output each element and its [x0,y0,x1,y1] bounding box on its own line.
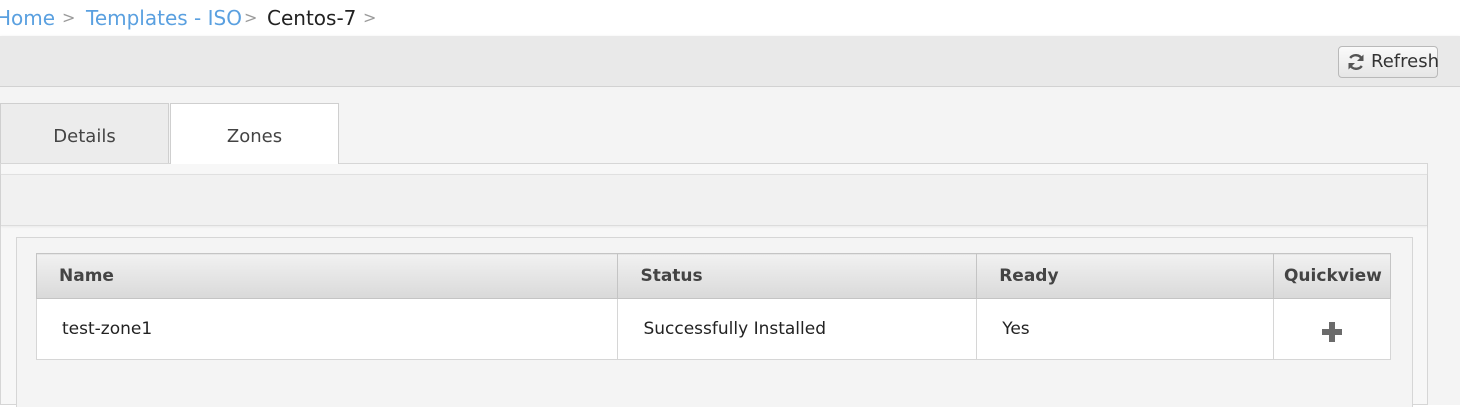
breadcrumb-separator: > [62,8,76,27]
breadcrumb-separator: > [244,8,258,27]
plus-icon[interactable] [1321,321,1342,342]
tab-zones[interactable]: Zones [170,103,339,164]
column-header-name[interactable]: Name [35,253,619,299]
refresh-label: Refresh [1371,51,1439,72]
table-container: Name Status Ready Quickview test-zone1 S… [16,237,1413,407]
refresh-button[interactable]: Refresh [1338,46,1439,78]
column-header-ready[interactable]: Ready [976,253,1274,299]
panel-header [1,174,1427,226]
toolbar: Refresh [0,36,1460,87]
table-row[interactable]: test-zone1 Successfully Installed Yes [35,298,1392,360]
refresh-icon [1348,54,1364,70]
cell-ready: Yes [976,298,1274,360]
cell-name: test-zone1 [35,298,619,360]
tab-details[interactable]: Details [0,103,169,163]
cell-status: Successfully Installed [617,298,978,360]
content-area: Details Zones Name Status Ready Quickvie… [0,87,1460,407]
table-header-row: Name Status Ready Quickview [35,253,1392,299]
breadcrumb-current: Centos-7 [267,6,357,30]
zones-panel: Name Status Ready Quickview test-zone1 S… [0,163,1428,407]
column-header-quickview: Quickview [1272,253,1392,299]
breadcrumb-home[interactable]: Home [0,0,55,36]
breadcrumb-templates-iso[interactable]: Templates - ISO [86,0,242,36]
breadcrumb-separator: > [363,8,377,27]
column-header-status[interactable]: Status [617,253,978,299]
breadcrumb: Home > Templates - ISO > Centos-7 > [0,0,1460,36]
cell-quickview [1272,298,1392,360]
zones-table: Name Status Ready Quickview test-zone1 S… [35,253,1392,360]
